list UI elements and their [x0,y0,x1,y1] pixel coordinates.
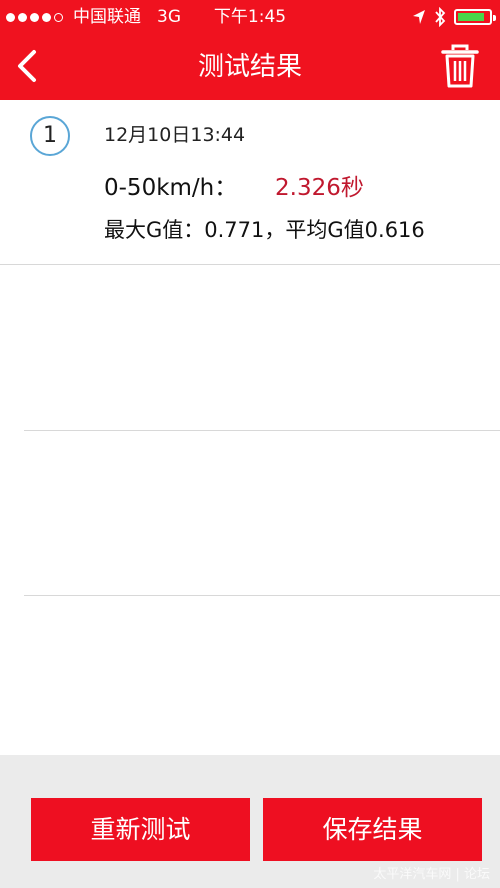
status-right [412,0,496,34]
acceleration-time-value: 2.326秒 [275,175,364,201]
battery-icon [454,9,496,25]
back-button[interactable] [8,44,52,88]
status-bar: 中国联通 3G 下午1:45 [0,0,500,34]
nav-bar: 测试结果 [0,34,500,100]
result-index-badge: 1 [30,116,70,156]
bottom-action-bar: 重新测试 保存结果 太平洋汽车网 | 论坛 [0,755,500,888]
location-arrow-icon [413,10,425,24]
list-divider [24,595,500,596]
save-results-button[interactable]: 保存结果 [263,798,482,861]
bluetooth-icon [435,7,446,27]
retest-button[interactable]: 重新测试 [31,798,250,861]
speed-range-label: 0-50km/h： [104,175,238,201]
app-header: 中国联通 3G 下午1:45 测试结果 [0,0,500,100]
page-title: 测试结果 [197,52,302,82]
result-item[interactable]: 1 12月10日13:44 0-50km/h： 2.326秒 最大G值：0.77… [0,100,500,265]
list-divider [24,430,500,431]
watermark: 太平洋汽车网 | 论坛 [373,867,490,882]
chevron-left-icon [18,50,36,82]
battery-level [458,13,484,21]
result-timestamp: 12月10日13:44 [104,124,246,146]
trash-icon [441,44,479,88]
results-list: 1 12月10日13:44 0-50km/h： 2.326秒 最大G值：0.77… [0,100,500,755]
g-force-values: 最大G值：0.771，平均G值0.616 [104,218,425,242]
delete-button[interactable] [440,42,480,90]
